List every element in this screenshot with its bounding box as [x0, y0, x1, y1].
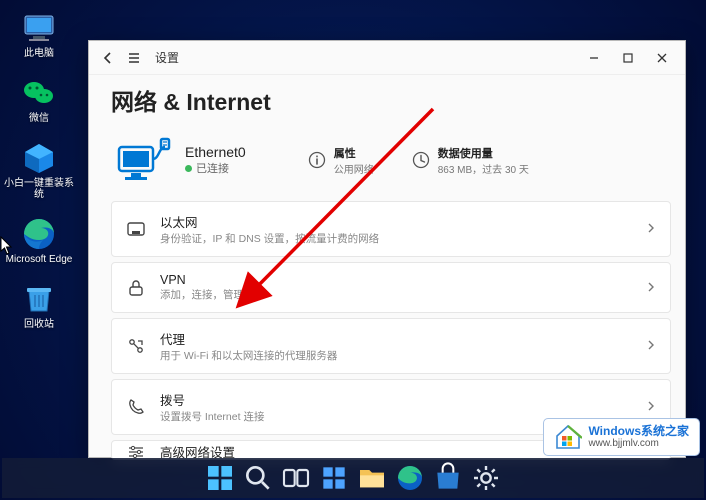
desktop-icon-label: 微信: [29, 113, 49, 124]
data-usage-sub: 863 MB，过去 30 天: [438, 161, 529, 176]
hamburger-icon: [127, 51, 141, 65]
widgets-icon: [318, 462, 350, 494]
window-body: 网络 & Internet Ethernet0 已连接 属性 公用网络: [89, 75, 685, 460]
close-button[interactable]: [645, 45, 679, 71]
desktop-icon-this-pc[interactable]: 此电脑: [4, 6, 74, 63]
properties-sub: 公用网络: [334, 161, 374, 176]
pc-icon: [21, 10, 57, 46]
taskbar-search[interactable]: [242, 462, 274, 494]
list-item-title: 拨号: [160, 390, 264, 409]
proxy-icon: [126, 336, 146, 356]
chevron-right-icon: [646, 337, 656, 355]
desktop-icon-label: 此电脑: [24, 48, 54, 59]
list-item-sub: 设置拨号 Internet 连接: [160, 409, 264, 424]
house-logo-icon: [554, 424, 582, 450]
taskbar-edge[interactable]: [394, 462, 426, 494]
connection-status-text: 已连接: [196, 160, 229, 176]
titlebar: 设置: [89, 41, 685, 75]
chevron-right-icon: [646, 398, 656, 416]
list-item-ethernet[interactable]: 以太网 身份验证，IP 和 DNS 设置，按流量计费的网络: [111, 201, 671, 257]
settings-window: 设置 网络 & Internet Ethernet0 已连接: [88, 40, 686, 458]
watermark-brand: Windows系统之家: [588, 425, 689, 438]
lock-icon: [126, 278, 146, 298]
desktop-icon-recycle-bin[interactable]: 回收站: [4, 277, 74, 334]
desktop-icons: 此电脑 微信 小白一键重装系统 Microsoft Edge 回收站: [4, 6, 74, 334]
chevron-right-icon: [646, 279, 656, 297]
list-item-title: 以太网: [160, 212, 379, 231]
window-title: 设置: [155, 49, 179, 66]
package-icon: [21, 140, 57, 176]
connection-info: Ethernet0 已连接: [185, 144, 246, 176]
list-item-vpn[interactable]: VPN 添加，连接，管理: [111, 262, 671, 313]
edge-icon: [394, 462, 426, 494]
desktop-icon-label: 小白一键重装系统: [4, 178, 74, 200]
taskbar-store[interactable]: [432, 462, 464, 494]
taskbar-explorer[interactable]: [356, 462, 388, 494]
data-usage-title: 数据使用量: [438, 145, 529, 161]
ethernet-adapter-icon: [117, 137, 171, 183]
phone-icon: [126, 397, 146, 417]
close-icon: [656, 52, 668, 64]
connection-name: Ethernet0: [185, 144, 246, 160]
list-item-proxy[interactable]: 代理 用于 Wi-Fi 和以太网连接的代理服务器: [111, 318, 671, 374]
taskbar-widgets[interactable]: [318, 462, 350, 494]
list-item-sub: 身份验证，IP 和 DNS 设置，按流量计费的网络: [160, 231, 379, 246]
list-item-sub: 用于 Wi-Fi 和以太网连接的代理服务器: [160, 348, 337, 363]
desktop-icon-wechat[interactable]: 微信: [4, 71, 74, 128]
taskbar-start[interactable]: [204, 462, 236, 494]
minimize-icon: [588, 52, 600, 64]
watermark-url: www.bjjmlv.com: [588, 438, 689, 449]
connection-status: Ethernet0 已连接 属性 公用网络: [111, 131, 671, 201]
page-title: 网络 & Internet: [111, 83, 671, 117]
arrow-left-icon: [101, 51, 115, 65]
desktop-icon-label: Microsoft Edge: [6, 254, 73, 265]
taskbar[interactable]: [2, 458, 704, 498]
maximize-icon: [622, 52, 634, 64]
wechat-icon: [21, 75, 57, 111]
edge-icon: [21, 216, 57, 252]
folder-icon: [356, 462, 388, 494]
recycle-bin-icon: [21, 281, 57, 317]
desktop-icon-xiaobai[interactable]: 小白一键重装系统: [4, 136, 74, 204]
desktop-icon-edge[interactable]: Microsoft Edge: [4, 212, 74, 269]
ethernet-icon: [126, 219, 146, 239]
task-view-icon: [280, 462, 312, 494]
taskbar-settings[interactable]: [470, 462, 502, 494]
back-button[interactable]: [95, 45, 121, 71]
properties-title: 属性: [334, 145, 374, 161]
data-usage-button[interactable]: 数据使用量 863 MB，过去 30 天: [412, 145, 529, 176]
info-icon: [308, 151, 326, 169]
status-dot-icon: [185, 165, 192, 172]
list-item-title: 代理: [160, 329, 337, 348]
minimize-button[interactable]: [577, 45, 611, 71]
chevron-right-icon: [646, 220, 656, 238]
desktop-icon-label: 回收站: [24, 319, 54, 330]
taskbar-taskview[interactable]: [280, 462, 312, 494]
list-item-title: VPN: [160, 273, 244, 287]
store-icon: [432, 462, 464, 494]
data-usage-icon: [412, 151, 430, 169]
connection-status-label: 已连接: [185, 160, 246, 176]
gear-icon: [470, 462, 502, 494]
maximize-button[interactable]: [611, 45, 645, 71]
watermark: Windows系统之家 www.bjjmlv.com: [543, 418, 700, 456]
hamburger-button[interactable]: [121, 45, 147, 71]
list-item-sub: 添加，连接，管理: [160, 287, 244, 302]
windows-icon: [204, 462, 236, 494]
search-icon: [242, 462, 274, 494]
properties-button[interactable]: 属性 公用网络: [308, 145, 374, 176]
